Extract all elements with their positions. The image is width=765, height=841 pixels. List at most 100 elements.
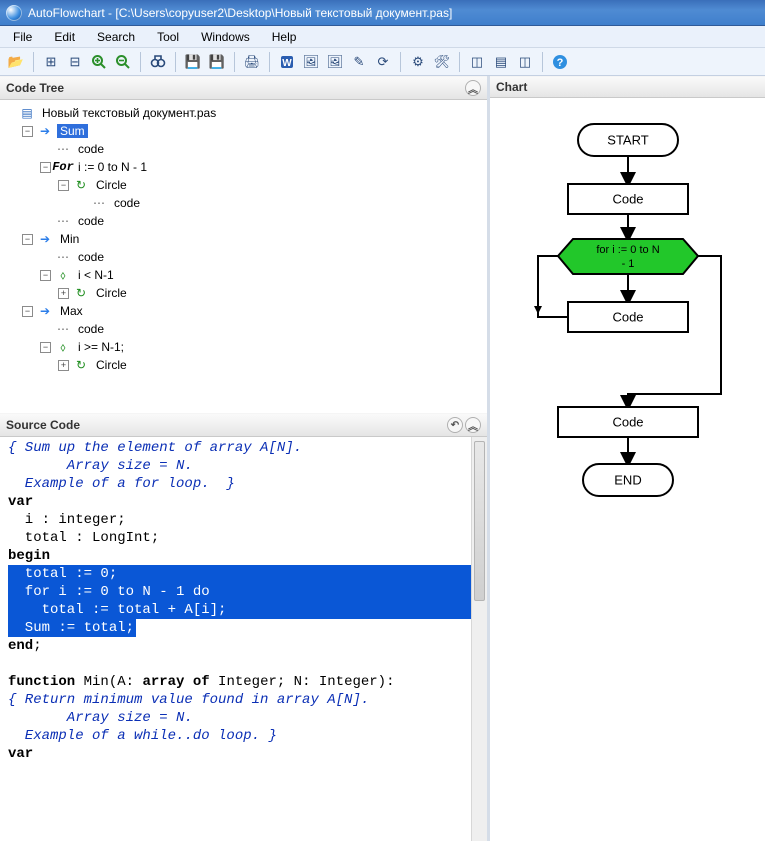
print-icon[interactable]: 🖨 [242, 52, 262, 72]
menu-search[interactable]: Search [88, 27, 144, 47]
source-code-editor[interactable]: { Sum up the element of array A[N]. Arra… [0, 437, 487, 841]
tree-node-code[interactable]: ⋯ code [40, 320, 485, 338]
tree-label-code: code [111, 196, 143, 210]
tree-label-code: code [75, 142, 107, 156]
function-icon: ➔ [37, 232, 53, 246]
function-icon: ➔ [37, 304, 53, 318]
tree-node-circle[interactable]: + ↻ Circle [58, 284, 485, 302]
scrollbar-vertical[interactable] [471, 437, 487, 841]
flow-after-label: Code [612, 414, 643, 429]
zoom-out-icon[interactable] [113, 52, 133, 72]
tree-node-for[interactable]: − For i := 0 to N - 1 [40, 158, 485, 176]
tree-toggle-icon[interactable]: − [40, 342, 51, 353]
tree-toggle-icon[interactable]: + [58, 360, 69, 371]
tree-label-circle: Circle [93, 358, 130, 372]
flowchart-canvas[interactable]: START Code for i := 0 to N - 1 Code [490, 98, 765, 841]
find-icon[interactable] [148, 52, 168, 72]
tree-node-circle[interactable]: − ↻ Circle [58, 176, 485, 194]
refresh-icon[interactable]: ⟳ [373, 52, 393, 72]
tree-label-circle: Circle [93, 178, 130, 192]
tree-label-sum: Sum [57, 124, 88, 138]
scrollbar-thumb[interactable] [474, 441, 485, 601]
menu-file[interactable]: File [4, 27, 41, 47]
export-word-icon[interactable]: W [277, 52, 297, 72]
flow-start-label: START [607, 132, 648, 147]
src-line: i : integer; [8, 512, 126, 528]
src-line: array of [142, 674, 209, 690]
layout-tree-icon[interactable]: ◫ [467, 52, 487, 72]
open-icon[interactable]: 📂 [6, 52, 26, 72]
menu-bar: File Edit Search Tool Windows Help [0, 26, 765, 48]
toolbar: 📂⊞⊟💾💾🖨W🖼🖼✎⟳⚙🛠◫▤◫? [0, 48, 765, 76]
tree-node-code[interactable]: ⋯ code [76, 194, 485, 212]
tree-toggle-icon[interactable]: − [58, 180, 69, 191]
tree-label-cond-max: i >= N-1; [75, 340, 127, 354]
layout-code-icon[interactable]: ▤ [491, 52, 511, 72]
tree-node-min[interactable]: − ➔ Min [22, 230, 485, 248]
menu-edit[interactable]: Edit [45, 27, 84, 47]
tool-config-icon[interactable]: ⚙ [408, 52, 428, 72]
src-line: Min(A: [75, 674, 142, 690]
panel-collapse-icon[interactable]: ︽ [465, 80, 481, 96]
condition-icon: ⬨ [55, 340, 71, 354]
src-line: Integer; N: Integer): [210, 674, 395, 690]
expand-icon[interactable]: ⊞ [41, 52, 61, 72]
flow-end-label: END [614, 472, 641, 487]
tool-options-icon[interactable]: 🛠 [432, 52, 452, 72]
settings-chart-icon[interactable]: ✎ [349, 52, 369, 72]
tree-toggle-icon[interactable]: − [40, 162, 51, 173]
code-tree[interactable]: ▤ Новый текстовый документ.pas − ➔ Sum [0, 100, 487, 413]
main-area: Code Tree ︽ ▤ Новый текстовый документ.p… [0, 76, 765, 841]
tree-toggle-icon[interactable]: − [22, 306, 33, 317]
window-title: AutoFlowchart - [C:\Users\copyuser2\Desk… [28, 6, 452, 20]
src-line: end [8, 638, 33, 654]
tree-node-cond-min[interactable]: − ⬨ i < N-1 [40, 266, 485, 284]
toolbar-separator [140, 52, 141, 72]
collapse-icon[interactable]: ⊟ [65, 52, 85, 72]
function-icon: ➔ [37, 124, 53, 138]
tree-toggle-icon[interactable]: + [58, 288, 69, 299]
toolbar-separator [400, 52, 401, 72]
tree-root[interactable]: ▤ Новый текстовый документ.pas [4, 104, 485, 122]
save-as-icon[interactable]: 💾 [207, 52, 227, 72]
export-svg-icon[interactable]: 🖼 [325, 52, 345, 72]
loop-icon: ↻ [73, 358, 89, 372]
tree-node-circle[interactable]: + ↻ Circle [58, 356, 485, 374]
code-icon: ⋯ [55, 214, 71, 228]
src-line-highlight: for i := 0 to N - 1 do [8, 583, 481, 601]
svg-text:?: ? [557, 57, 564, 69]
app-icon [6, 5, 22, 21]
tree-node-code[interactable]: ⋯ code [40, 212, 485, 230]
tree-node-code[interactable]: ⋯ code [40, 248, 485, 266]
src-line-highlight: total := 0; [8, 565, 481, 583]
save-icon[interactable]: 💾 [183, 52, 203, 72]
tree-node-max[interactable]: − ➔ Max [22, 302, 485, 320]
export-bmp-icon[interactable]: 🖼 [301, 52, 321, 72]
for-icon: For [55, 160, 71, 174]
tree-toggle-icon[interactable]: − [22, 234, 33, 245]
toolbar-separator [459, 52, 460, 72]
zoom-in-icon[interactable] [89, 52, 109, 72]
tree-toggle-icon[interactable]: − [22, 126, 33, 137]
tree-node-cond-max[interactable]: − ⬨ i >= N-1; [40, 338, 485, 356]
flow-code-1-label: Code [612, 191, 643, 206]
code-icon: ⋯ [55, 322, 71, 336]
tree-toggle-icon[interactable]: − [40, 270, 51, 281]
tree-node-code[interactable]: ⋯ code [40, 140, 485, 158]
toolbar-separator [33, 52, 34, 72]
help-icon[interactable]: ? [550, 52, 570, 72]
panel-header-chart: Chart [490, 76, 765, 98]
file-icon: ▤ [19, 106, 35, 120]
menu-windows[interactable]: Windows [192, 27, 259, 47]
panel-collapse-icon[interactable]: ︽ [465, 417, 481, 433]
toolbar-separator [234, 52, 235, 72]
panel-header-codetree: Code Tree ︽ [0, 76, 487, 100]
layout-chart-icon[interactable]: ◫ [515, 52, 535, 72]
menu-help[interactable]: Help [263, 27, 306, 47]
src-line: Example of a while..do loop. } [8, 728, 277, 744]
panel-undo-icon[interactable]: ↶ [447, 417, 463, 433]
condition-icon: ⬨ [55, 268, 71, 282]
panel-header-sourcecode: Source Code ↶ ︽ [0, 413, 487, 437]
tree-node-sum[interactable]: − ➔ Sum [22, 122, 485, 140]
menu-tool[interactable]: Tool [148, 27, 188, 47]
